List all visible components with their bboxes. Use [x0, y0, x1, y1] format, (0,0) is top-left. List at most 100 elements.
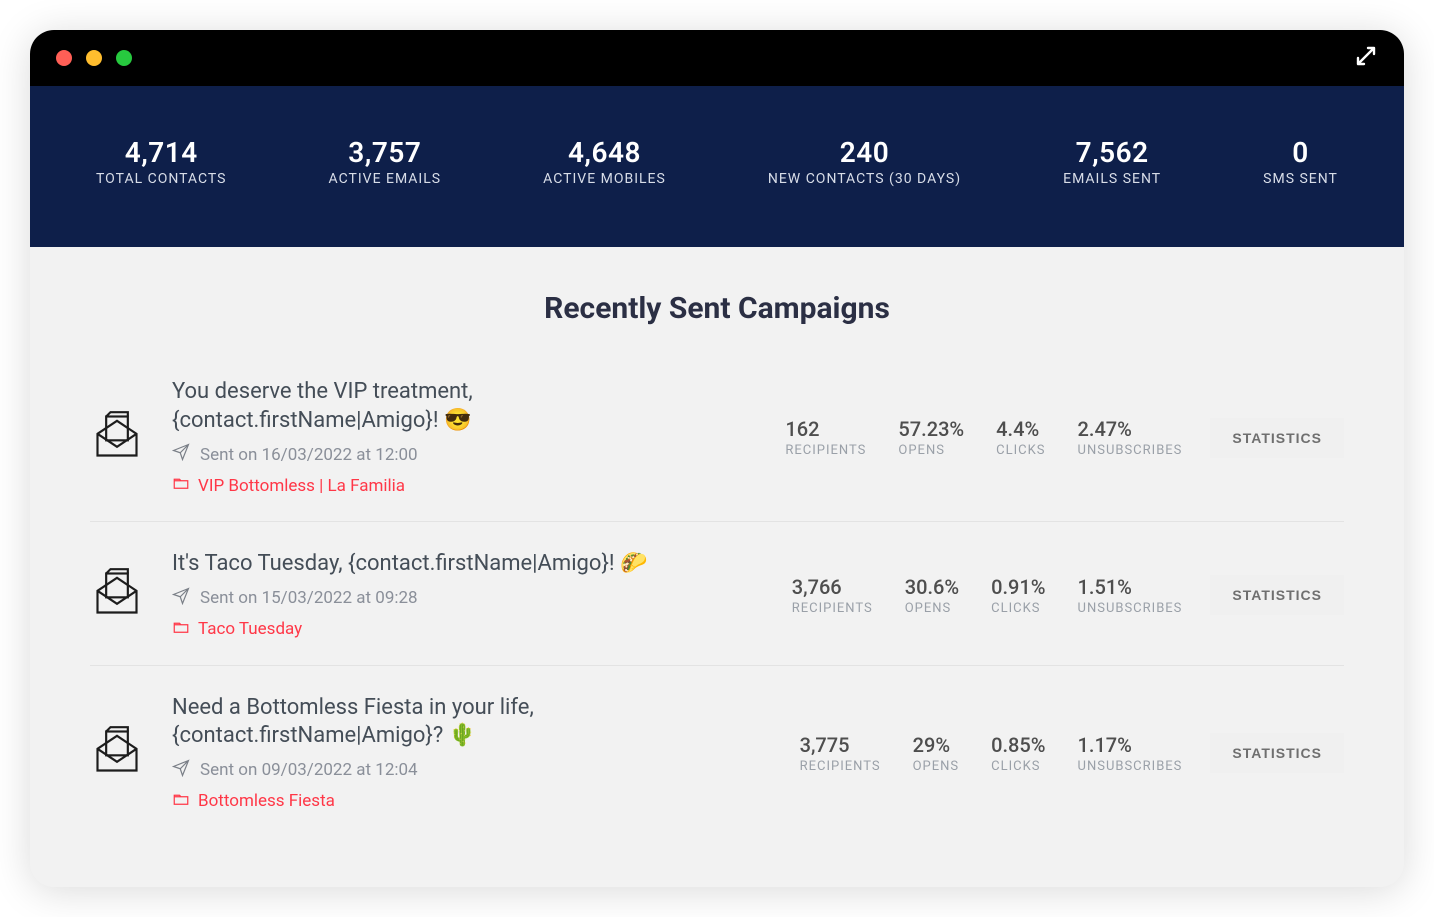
metric-label: OPENS [905, 601, 959, 616]
stat-total-contacts: 4,714 TOTAL CONTACTS [96, 136, 226, 187]
campaign-sent-time: Sent on 15/03/2022 at 09:28 [172, 587, 764, 610]
stat-label: ACTIVE MOBILES [543, 171, 666, 187]
metric-value: 162 [785, 417, 866, 441]
stat-value: 3,757 [329, 136, 442, 169]
metric-recipients: 162 RECIPIENTS [785, 417, 866, 458]
campaign-subject: You deserve the VIP treatment, {contact.… [172, 378, 732, 435]
content-area: Recently Sent Campaigns You deserve the … [30, 247, 1404, 887]
metric-label: CLICKS [996, 443, 1045, 458]
traffic-lights [56, 50, 132, 66]
paper-plane-icon [172, 587, 190, 610]
metric-value: 1.17% [1078, 733, 1183, 757]
sent-text: Sent on 09/03/2022 at 12:04 [200, 760, 418, 780]
stat-new-contacts: 240 NEW CONTACTS (30 DAYS) [768, 136, 961, 187]
metric-clicks: 4.4% CLICKS [996, 417, 1045, 458]
stat-sms-sent: 0 SMS SENT [1263, 136, 1338, 187]
metric-recipients: 3,766 RECIPIENTS [792, 575, 873, 616]
folder-icon [172, 790, 190, 813]
campaign-subject: Need a Bottomless Fiesta in your life, {… [172, 694, 732, 751]
metric-clicks: 0.91% CLICKS [991, 575, 1045, 616]
campaign-subject: It's Taco Tuesday, {contact.firstName|Am… [172, 550, 732, 579]
campaign-metrics: 3,766 RECIPIENTS 30.6% OPENS 0.91% CLICK… [792, 575, 1183, 616]
metric-value: 4.4% [996, 417, 1045, 441]
statistics-button[interactable]: STATISTICS [1210, 733, 1344, 773]
stat-value: 240 [768, 136, 961, 169]
campaign-row: You deserve the VIP treatment, {contact.… [90, 350, 1344, 522]
metric-value: 3,766 [792, 575, 873, 599]
stat-value: 4,714 [96, 136, 226, 169]
metric-label: RECIPIENTS [785, 443, 866, 458]
metric-unsubscribes: 1.51% UNSUBSCRIBES [1078, 575, 1183, 616]
metric-clicks: 0.85% CLICKS [991, 733, 1045, 774]
metric-label: OPENS [913, 759, 960, 774]
tag-text: Taco Tuesday [198, 619, 302, 639]
metric-opens: 30.6% OPENS [905, 575, 959, 616]
campaign-metrics: 3,775 RECIPIENTS 29% OPENS 0.85% CLICKS … [800, 733, 1183, 774]
metric-label: UNSUBSCRIBES [1078, 443, 1183, 458]
paper-plane-icon [172, 759, 190, 782]
stat-label: EMAILS SENT [1063, 171, 1161, 187]
statistics-button[interactable]: STATISTICS [1210, 575, 1344, 615]
envelope-icon [90, 410, 144, 466]
expand-icon[interactable] [1354, 44, 1378, 72]
stat-label: SMS SENT [1263, 171, 1338, 187]
campaign-tag[interactable]: Taco Tuesday [172, 618, 764, 641]
tag-text: VIP Bottomless | La Familia [198, 476, 405, 496]
stat-label: NEW CONTACTS (30 DAYS) [768, 171, 961, 187]
section-title: Recently Sent Campaigns [90, 291, 1344, 326]
metric-value: 0.91% [991, 575, 1045, 599]
stat-active-mobiles: 4,648 ACTIVE MOBILES [543, 136, 666, 187]
metric-recipients: 3,775 RECIPIENTS [800, 733, 881, 774]
campaign-info: It's Taco Tuesday, {contact.firstName|Am… [172, 550, 764, 641]
metric-value: 57.23% [898, 417, 964, 441]
stats-band: 4,714 TOTAL CONTACTS 3,757 ACTIVE EMAILS… [30, 86, 1404, 247]
stat-active-emails: 3,757 ACTIVE EMAILS [329, 136, 442, 187]
app-window: 4,714 TOTAL CONTACTS 3,757 ACTIVE EMAILS… [30, 30, 1404, 887]
campaign-sent-time: Sent on 09/03/2022 at 12:04 [172, 759, 772, 782]
metric-value: 0.85% [991, 733, 1045, 757]
folder-icon [172, 618, 190, 641]
paper-plane-icon [172, 443, 190, 466]
stat-emails-sent: 7,562 EMAILS SENT [1063, 136, 1161, 187]
stat-value: 4,648 [543, 136, 666, 169]
statistics-button[interactable]: STATISTICS [1210, 418, 1344, 458]
campaign-info: You deserve the VIP treatment, {contact.… [172, 378, 757, 497]
metric-value: 30.6% [905, 575, 959, 599]
folder-icon [172, 474, 190, 497]
envelope-icon [90, 567, 144, 623]
close-window-button[interactable] [56, 50, 72, 66]
tag-text: Bottomless Fiesta [198, 791, 335, 811]
sent-text: Sent on 15/03/2022 at 09:28 [200, 588, 418, 608]
metric-opens: 29% OPENS [913, 733, 960, 774]
metric-label: CLICKS [991, 759, 1045, 774]
campaign-tag[interactable]: VIP Bottomless | La Familia [172, 474, 757, 497]
metric-unsubscribes: 2.47% UNSUBSCRIBES [1078, 417, 1183, 458]
metric-value: 2.47% [1078, 417, 1183, 441]
metric-value: 1.51% [1078, 575, 1183, 599]
stat-label: TOTAL CONTACTS [96, 171, 226, 187]
metric-value: 3,775 [800, 733, 881, 757]
metric-label: CLICKS [991, 601, 1045, 616]
campaign-sent-time: Sent on 16/03/2022 at 12:00 [172, 443, 757, 466]
campaign-row: Need a Bottomless Fiesta in your life, {… [90, 666, 1344, 837]
metric-value: 29% [913, 733, 960, 757]
metric-label: RECIPIENTS [800, 759, 881, 774]
stat-value: 7,562 [1063, 136, 1161, 169]
metric-label: UNSUBSCRIBES [1078, 601, 1183, 616]
maximize-window-button[interactable] [116, 50, 132, 66]
stat-label: ACTIVE EMAILS [329, 171, 442, 187]
metric-label: RECIPIENTS [792, 601, 873, 616]
sent-text: Sent on 16/03/2022 at 12:00 [200, 445, 418, 465]
campaign-metrics: 162 RECIPIENTS 57.23% OPENS 4.4% CLICKS … [785, 417, 1182, 458]
metric-label: OPENS [898, 443, 964, 458]
stat-value: 0 [1263, 136, 1338, 169]
campaign-row: It's Taco Tuesday, {contact.firstName|Am… [90, 522, 1344, 666]
titlebar [30, 30, 1404, 86]
metric-unsubscribes: 1.17% UNSUBSCRIBES [1078, 733, 1183, 774]
envelope-icon [90, 725, 144, 781]
campaign-info: Need a Bottomless Fiesta in your life, {… [172, 694, 772, 813]
campaign-tag[interactable]: Bottomless Fiesta [172, 790, 772, 813]
metric-label: UNSUBSCRIBES [1078, 759, 1183, 774]
metric-opens: 57.23% OPENS [898, 417, 964, 458]
minimize-window-button[interactable] [86, 50, 102, 66]
